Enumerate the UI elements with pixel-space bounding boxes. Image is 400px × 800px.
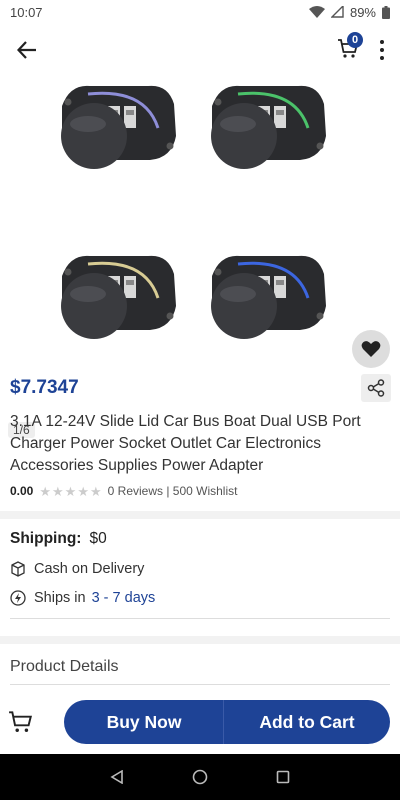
rating-row[interactable]: 0.00 ★ ★ ★ ★ ★ 0 Reviews | 500 Wishlist — [10, 484, 237, 498]
signal-icon — [330, 6, 344, 18]
heart-icon — [361, 341, 381, 357]
bottom-action-bar: Buy Now Add to Cart — [0, 692, 400, 754]
shipping-label: Shipping: — [10, 530, 82, 547]
nav-recents-icon[interactable] — [276, 770, 290, 784]
ships-in-days: 3 - 7 days — [91, 590, 156, 606]
share-icon — [367, 379, 385, 397]
nav-home-icon[interactable] — [192, 769, 208, 785]
add-to-cart-button[interactable]: Add to Cart — [223, 700, 390, 744]
battery-percent: 89% — [349, 4, 376, 20]
shipping-value: $0 — [89, 530, 107, 547]
section-divider — [0, 636, 400, 644]
box-icon — [11, 561, 25, 577]
socket-image-2 — [211, 85, 326, 169]
status-bar: 10:07 89% — [0, 0, 400, 24]
more-vert-icon — [380, 40, 384, 44]
product-price: $7.7347 — [10, 377, 79, 398]
socket-image-4 — [211, 255, 326, 339]
cart-icon — [9, 711, 32, 732]
reviews-wishlist-text: 0 Reviews | 500 Wishlist — [107, 484, 238, 498]
product-title: 3.1A 12-24V Slide Lid Car Bus Boat Dual … — [10, 413, 361, 474]
battery-icon — [382, 5, 390, 19]
back-button[interactable] — [14, 37, 40, 63]
back-arrow-icon — [17, 41, 36, 59]
product-image — [61, 85, 326, 339]
star-icon: ★ — [64, 483, 77, 499]
wifi-icon — [308, 6, 325, 18]
cod-text: Cash on Delivery — [34, 561, 145, 577]
app-bar: 0 — [0, 28, 400, 72]
wishlist-button[interactable] — [352, 330, 390, 368]
star-icon: ★ — [39, 483, 52, 499]
ships-in-row: Ships in 3 - 7 days — [10, 590, 155, 606]
socket-image-3 — [61, 255, 176, 339]
system-nav-bar — [0, 754, 400, 800]
rating-score: 0.00 — [10, 484, 34, 498]
bottom-cart-button[interactable] — [8, 708, 36, 736]
star-icon: ★ — [77, 483, 89, 499]
divider — [10, 618, 390, 619]
cart-count-badge: 0 — [347, 32, 363, 48]
section-divider — [0, 511, 400, 519]
status-time: 10:07 — [10, 4, 43, 20]
product-details-header[interactable]: Product Details — [10, 658, 119, 676]
share-button[interactable] — [361, 374, 391, 402]
shipping-row[interactable]: Shipping: $0 — [10, 530, 107, 548]
product-image-gallery[interactable]: 1/6 — [0, 72, 400, 438]
buy-now-button[interactable]: Buy Now — [64, 700, 224, 744]
more-options-button[interactable] — [374, 38, 390, 62]
star-icon: ★ — [89, 483, 102, 499]
nav-back-icon[interactable] — [110, 770, 124, 784]
lightning-icon — [10, 590, 26, 606]
cod-row: Cash on Delivery — [10, 561, 144, 577]
star-rating: ★ ★ ★ ★ ★ — [39, 485, 101, 498]
ships-in-label: Ships in — [34, 590, 86, 606]
star-icon: ★ — [52, 483, 64, 499]
divider — [10, 684, 390, 685]
socket-image-1 — [61, 85, 176, 169]
